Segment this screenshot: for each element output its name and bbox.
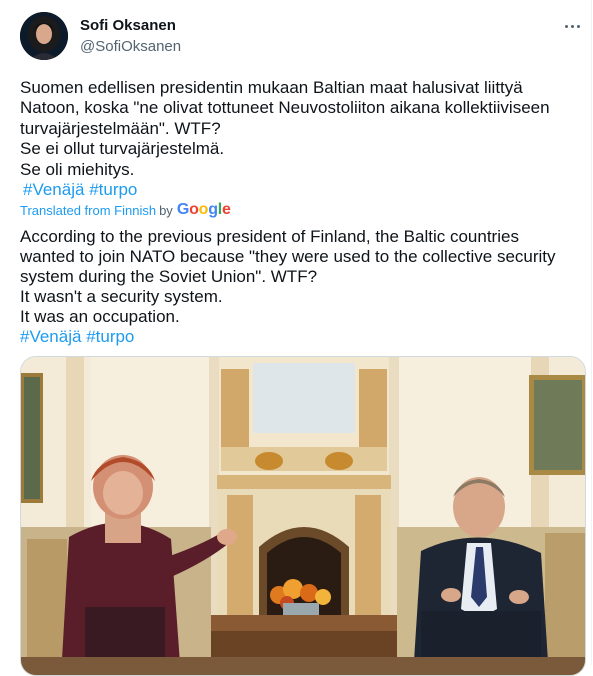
- hashtag-link[interactable]: #Venäjä: [20, 327, 81, 346]
- author-name[interactable]: Sofi Oksanen: [80, 17, 176, 34]
- text-line: According to the previous president of F…: [20, 227, 519, 246]
- tweet-header: Sofi Oksanen @SofiOksanen: [20, 12, 585, 64]
- text-line: Suomen edellisen presidentin mukaan Balt…: [20, 78, 523, 97]
- tweet-photo[interactable]: [20, 356, 586, 676]
- text-line: Se ei ollut turvajärjestelmä.: [20, 139, 225, 159]
- hashtag-link[interactable]: #turpo: [86, 327, 134, 346]
- tweet-card: Sofi Oksanen @SofiOksanen Suomen edellis…: [0, 0, 592, 676]
- text-line: It wasn't a security system.: [20, 287, 223, 306]
- text-line: Natoon, koska "ne olivat tottuneet Neuvo…: [20, 98, 550, 118]
- more-horizontal-icon[interactable]: [561, 18, 583, 34]
- text-line: It was an occupation.: [20, 307, 180, 326]
- translated-from-link[interactable]: Translated from Finnish: [20, 203, 156, 218]
- author-handle[interactable]: @SofiOksanen: [80, 38, 181, 55]
- tweet-translation-text: According to the previous president of F…: [20, 227, 585, 347]
- avatar[interactable]: [20, 12, 68, 60]
- translated-attribution: Translated from Finnish by Google: [20, 200, 231, 220]
- hashtag-link[interactable]: #Venäjä: [23, 180, 84, 199]
- text-line: system during the Soviet Union". WTF?: [20, 267, 318, 286]
- translated-by: by: [159, 202, 173, 218]
- tweet-photo-icon: [21, 357, 585, 675]
- hashtag-link[interactable]: #turpo: [89, 180, 137, 199]
- profile-photo-icon: [20, 12, 68, 60]
- google-logo: Google: [176, 201, 231, 218]
- text-line: turvajärjestelmään". WTF?: [20, 118, 221, 138]
- text-line: Se oli miehitys.: [20, 159, 135, 179]
- tweet-original-text: Suomen edellisen presidentin mukaan Balt…: [20, 78, 580, 200]
- hashtag-row: #Venäjä #turpo: [20, 180, 580, 200]
- hashtag-row: #Venäjä #turpo: [20, 327, 585, 347]
- text-line: wanted to join NATO because "they were u…: [20, 247, 556, 266]
